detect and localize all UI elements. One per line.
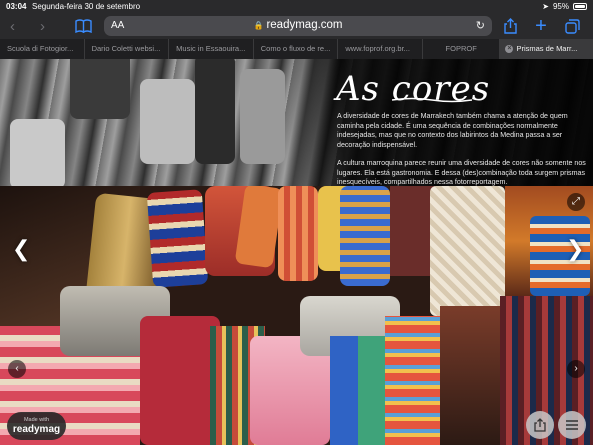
photo-shape (140, 79, 195, 164)
chevron-right-icon[interactable]: › (40, 17, 45, 35)
photo-shape (330, 336, 360, 445)
photo-shape (240, 69, 285, 164)
tab-bar: Scuola di Fotogior... Dario Coletti webs… (0, 39, 593, 59)
status-time: 03:04 (6, 2, 27, 11)
hero-section: As cores A diversidade de cores de Marra… (0, 59, 593, 186)
tab-foprof[interactable]: FOPROF (421, 39, 500, 59)
photo-shape (430, 186, 505, 316)
tab-label: Scuola di Fotogior... (7, 44, 74, 53)
carousel-photo[interactable] (0, 186, 593, 445)
article-title: As cores (336, 69, 491, 109)
carousel-next-button[interactable]: ❯ (566, 237, 584, 262)
battery-percent: 95% (552, 2, 569, 11)
chevron-left-icon[interactable]: ‹ (10, 17, 15, 35)
photo-shape (146, 189, 209, 288)
status-bar: 03:04 Segunda-feira 30 de setembro ➤ 95% (0, 0, 593, 13)
share-icon[interactable] (526, 411, 554, 439)
photo-shape (278, 186, 318, 281)
photo-shape (390, 186, 435, 276)
url-display[interactable]: 🔒 readymag.com (104, 19, 492, 31)
slide-prev-button[interactable]: ‹ (8, 360, 26, 378)
tab-foprof-org[interactable]: www.foprof.org.br... (337, 39, 422, 59)
menu-icon[interactable] (558, 411, 586, 439)
status-date: Segunda-feira 30 de setembro (32, 2, 141, 11)
location-icon: ➤ (542, 2, 549, 11)
photo-shape (10, 119, 65, 186)
url-text: readymag.com (266, 19, 343, 31)
tab-label: Music in Essaouira... (176, 44, 246, 53)
badge-brand: readymag (12, 424, 61, 435)
photo-shape (70, 59, 130, 119)
tabs-icon[interactable] (564, 17, 580, 35)
tab-music-essaouira[interactable]: Music in Essaouira... (168, 39, 253, 59)
tab-dario-coletti[interactable]: Dario Coletti websi... (83, 39, 169, 59)
close-icon[interactable]: × (505, 45, 514, 53)
battery-icon (573, 3, 587, 10)
share-icon[interactable] (502, 17, 518, 35)
article-paragraph-2: A cultura marroquina parece reunir uma d… (337, 159, 586, 186)
lock-icon: 🔒 (253, 21, 264, 30)
book-icon[interactable] (74, 17, 92, 35)
carousel-prev-button[interactable]: ❮ (12, 237, 30, 262)
photo-shape (358, 336, 386, 445)
badge-made-with: Made with (23, 417, 50, 423)
slide-next-button[interactable]: › (567, 360, 585, 378)
photo-shape (440, 306, 500, 445)
photo-shape (195, 59, 235, 164)
article-paragraph-1: A diversidade de cores de Marrakech tamb… (337, 112, 568, 149)
tab-label: Dario Coletti websi... (91, 44, 161, 53)
tab-prismas-active[interactable]: × Prismas de Marr... (499, 39, 593, 59)
article-text: A diversidade de cores de Marrakech tamb… (337, 112, 589, 186)
photo-shape (140, 316, 220, 445)
photo-shape (385, 316, 440, 445)
tab-scuola[interactable]: Scuola di Fotogior... (0, 39, 84, 59)
tab-como-o-fluxo[interactable]: Como o fluxo de re... (252, 39, 338, 59)
made-with-readymag-badge[interactable]: Made with readymag (7, 412, 66, 440)
browser-toolbar: ‹ › AA 🔒 readymag.com ↻ + (0, 13, 593, 39)
tab-label: Prismas de Marr... (516, 44, 578, 53)
tab-label: FOPROF (445, 44, 477, 53)
address-bar[interactable]: AA 🔒 readymag.com ↻ (104, 16, 492, 36)
status-right: ➤ 95% (542, 2, 587, 11)
expand-icon[interactable]: ⤢ (567, 193, 585, 211)
plus-icon[interactable]: + (533, 15, 549, 37)
tab-label: www.foprof.org.br... (345, 44, 410, 53)
reload-icon[interactable]: ↻ (476, 19, 485, 32)
title-flourish (392, 97, 472, 103)
photo-shape (340, 186, 390, 286)
tab-label: Como o fluxo de re... (260, 44, 331, 53)
